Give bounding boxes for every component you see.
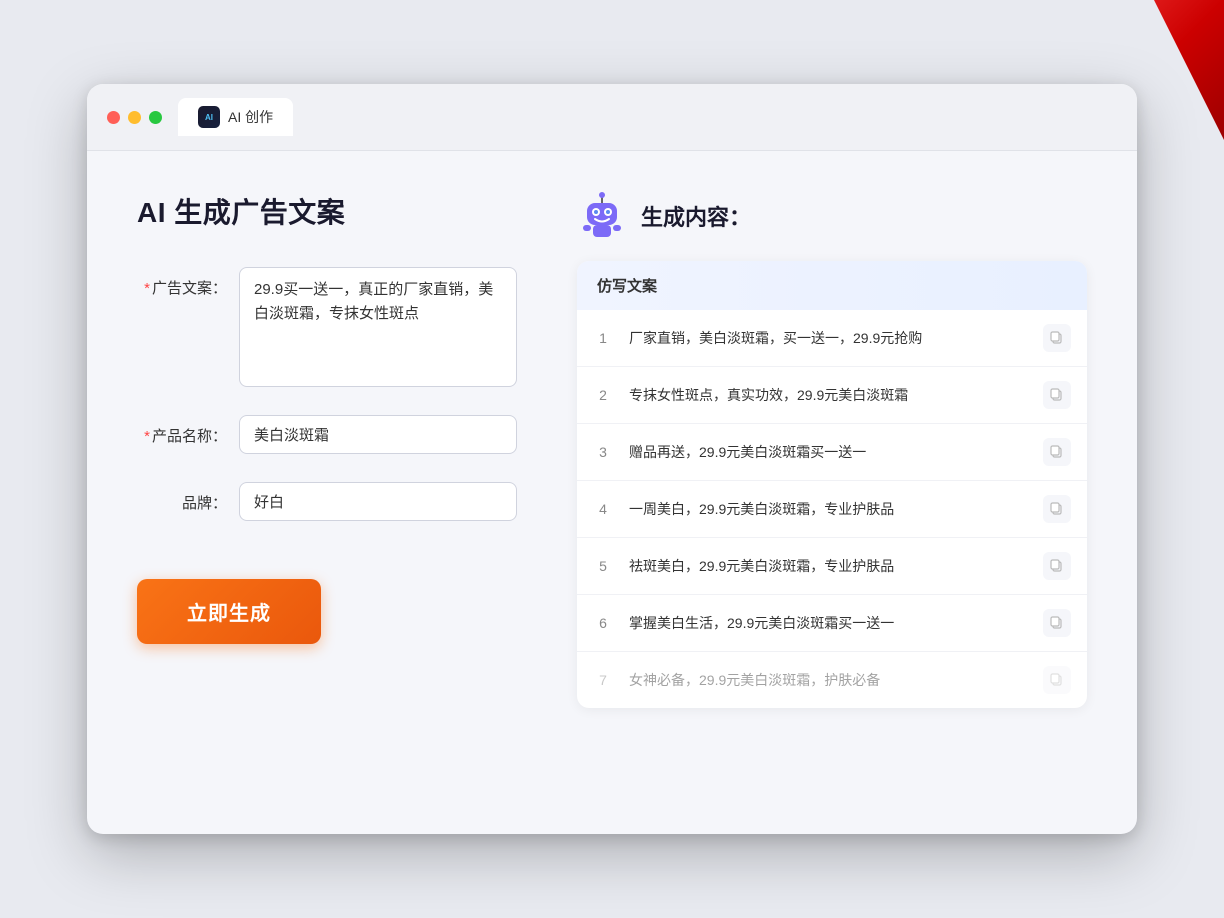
copy-button[interactable] — [1043, 666, 1071, 694]
brand-input[interactable] — [239, 482, 517, 521]
main-content: AI 生成广告文案 *广告文案： *产品名称： 品牌： — [87, 151, 1137, 748]
ad-copy-label: *广告文案： — [137, 267, 227, 298]
row-text: 厂家直销，美白淡斑霜，买一送一，29.9元抢购 — [629, 328, 1027, 349]
result-rows-container: 1 厂家直销，美白淡斑霜，买一送一，29.9元抢购 2 专抹女性斑点，真实功效，29… — [577, 310, 1087, 708]
product-name-input[interactable] — [239, 415, 517, 454]
table-row: 4 一周美白，29.9元美白淡斑霜，专业护肤品 — [577, 481, 1087, 538]
row-number: 7 — [593, 672, 613, 688]
right-panel: 生成内容： 仿写文案 1 厂家直销，美白淡斑霜，买一送一，29.9元抢购 2 专抹女… — [577, 191, 1087, 708]
result-table: 仿写文案 1 厂家直销，美白淡斑霜，买一送一，29.9元抢购 2 专抹女性斑点，真实… — [577, 261, 1087, 708]
row-text: 专抹女性斑点，真实功效，29.9元美白淡斑霜 — [629, 385, 1027, 406]
minimize-button[interactable] — [128, 111, 141, 124]
row-text: 一周美白，29.9元美白淡斑霜，专业护肤品 — [629, 499, 1027, 520]
table-row: 6 掌握美白生活，29.9元美白淡斑霜买一送一 — [577, 595, 1087, 652]
brand-group: 品牌： — [137, 482, 517, 521]
product-name-group: *产品名称： — [137, 415, 517, 454]
browser-window: AI 创作 AI 生成广告文案 *广告文案： *产品名称： — [87, 84, 1137, 834]
ad-copy-textarea[interactable] — [239, 267, 517, 387]
table-row: 3 赠品再送，29.9元美白淡斑霜买一送一 — [577, 424, 1087, 481]
row-number: 6 — [593, 615, 613, 631]
row-text: 女神必备，29.9元美白淡斑霜，护肤必备 — [629, 670, 1027, 691]
copy-button[interactable] — [1043, 381, 1071, 409]
close-button[interactable] — [107, 111, 120, 124]
result-title: 生成内容： — [641, 200, 751, 232]
ad-copy-required-star: * — [144, 280, 150, 297]
maximize-button[interactable] — [149, 111, 162, 124]
left-panel: AI 生成广告文案 *广告文案： *产品名称： 品牌： — [137, 191, 517, 708]
row-number: 2 — [593, 387, 613, 403]
row-number: 5 — [593, 558, 613, 574]
tab-title: AI 创作 — [228, 107, 273, 127]
table-row: 2 专抹女性斑点，真实功效，29.9元美白淡斑霜 — [577, 367, 1087, 424]
row-number: 1 — [593, 330, 613, 346]
product-name-required-star: * — [144, 428, 150, 445]
table-row: 1 厂家直销，美白淡斑霜，买一送一，29.9元抢购 — [577, 310, 1087, 367]
ai-tab[interactable]: AI 创作 — [178, 98, 293, 136]
copy-button[interactable] — [1043, 552, 1071, 580]
table-header: 仿写文案 — [577, 261, 1087, 310]
row-number: 3 — [593, 444, 613, 460]
ad-copy-group: *广告文案： — [137, 267, 517, 387]
result-header: 生成内容： — [577, 191, 1087, 241]
table-row: 7 女神必备，29.9元美白淡斑霜，护肤必备 — [577, 652, 1087, 708]
product-name-label: *产品名称： — [137, 415, 227, 446]
title-bar: AI 创作 — [87, 84, 1137, 151]
page-title: AI 生成广告文案 — [137, 191, 517, 231]
row-text: 掌握美白生活，29.9元美白淡斑霜买一送一 — [629, 613, 1027, 634]
copy-button[interactable] — [1043, 324, 1071, 352]
table-row: 5 祛斑美白，29.9元美白淡斑霜，专业护肤品 — [577, 538, 1087, 595]
row-number: 4 — [593, 501, 613, 517]
copy-button[interactable] — [1043, 438, 1071, 466]
row-text: 赠品再送，29.9元美白淡斑霜买一送一 — [629, 442, 1027, 463]
robot-icon — [577, 191, 627, 241]
ai-tab-icon — [198, 106, 220, 128]
traffic-lights — [107, 111, 162, 124]
generate-button[interactable]: 立即生成 — [137, 579, 321, 644]
row-text: 祛斑美白，29.9元美白淡斑霜，专业护肤品 — [629, 556, 1027, 577]
copy-button[interactable] — [1043, 495, 1071, 523]
brand-label: 品牌： — [137, 482, 227, 513]
copy-button[interactable] — [1043, 609, 1071, 637]
